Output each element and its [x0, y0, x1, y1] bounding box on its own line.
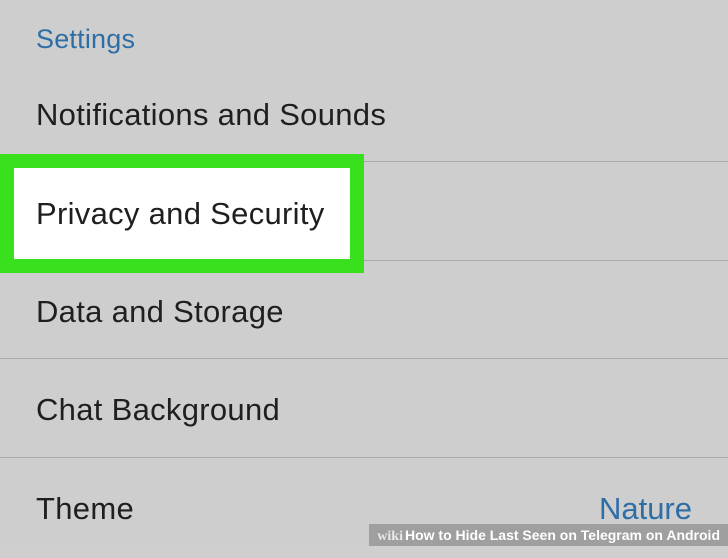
settings-item-label: Chat Background [36, 392, 281, 427]
watermark-how: How [404, 527, 435, 543]
theme-value: Nature [598, 491, 692, 526]
settings-section-header: Settings [36, 24, 136, 54]
settings-item-label: Privacy and Security [36, 195, 325, 231]
settings-item-label: Data and Storage [36, 294, 284, 329]
settings-item-label: Theme [36, 491, 134, 526]
settings-item-chat-background[interactable]: Chat Background [0, 361, 728, 459]
watermark-title: to Hide Last Seen on Telegram on Android [434, 527, 720, 543]
highlight-box: Privacy and Security [0, 154, 364, 273]
settings-item-data-and-storage[interactable]: Data and Storage [0, 263, 728, 361]
settings-item-notifications-and-sounds[interactable]: Notifications and Sounds [0, 66, 728, 164]
settings-screen: Settings Notifications and Sounds Privac… [0, 0, 728, 546]
wikihow-watermark: wiki How to Hide Last Seen on Telegram on… [369, 524, 728, 546]
watermark-brand: wiki [377, 529, 403, 544]
divider [0, 457, 728, 458]
settings-item-privacy-and-security[interactable]: Privacy and Security [14, 168, 350, 259]
divider [0, 358, 728, 359]
settings-item-label: Notifications and Sounds [36, 97, 387, 132]
